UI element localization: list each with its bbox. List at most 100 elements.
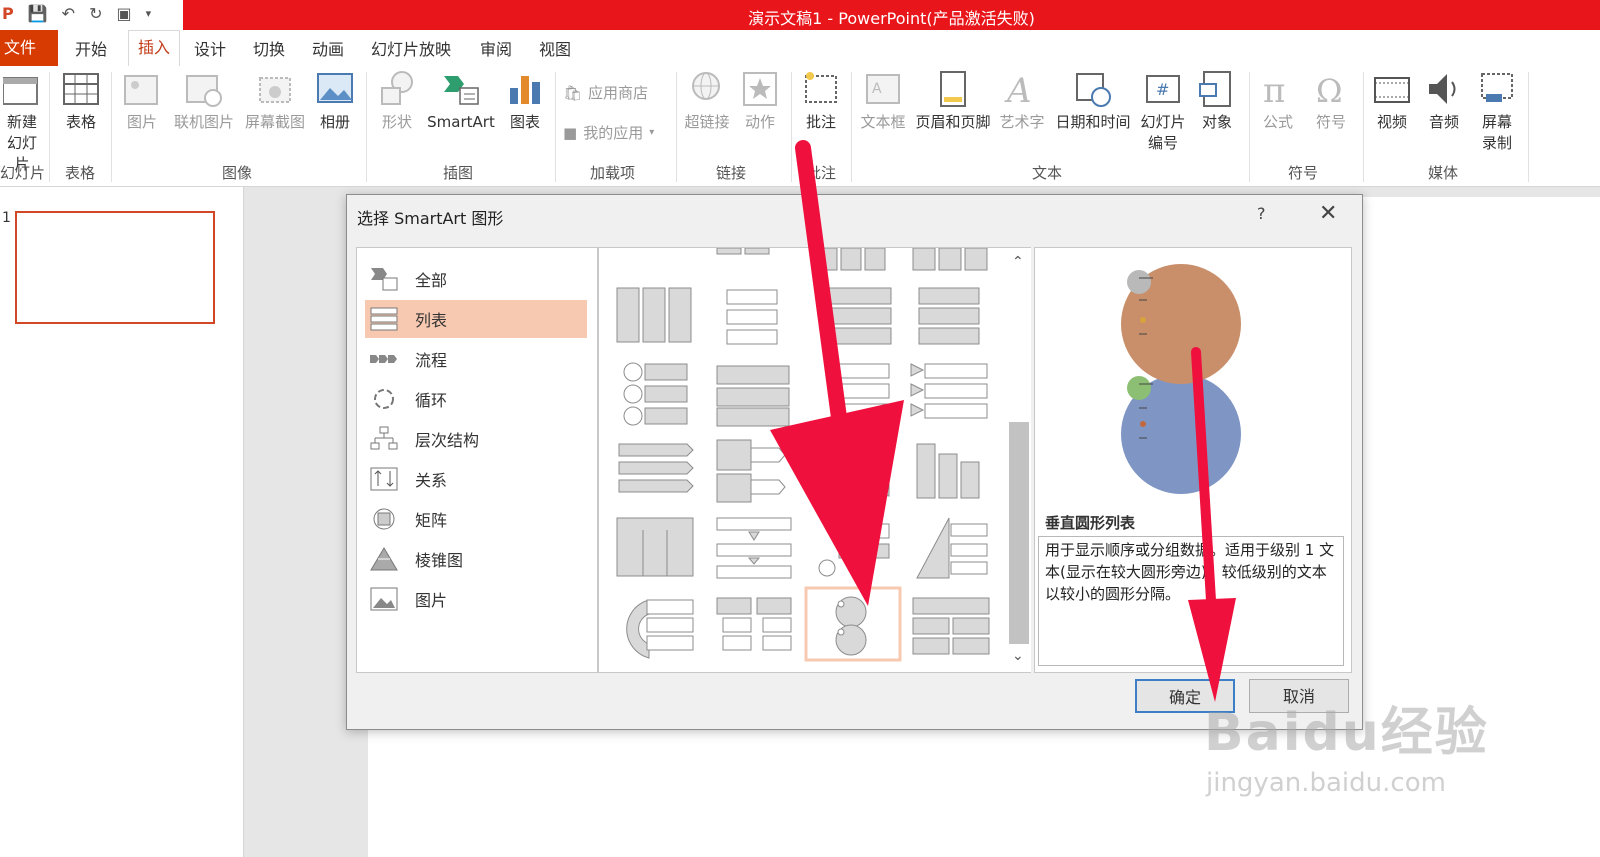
tab-file[interactable]: 文件 <box>0 30 58 66</box>
category-label: 矩阵 <box>415 511 448 530</box>
group-separator <box>1249 72 1250 182</box>
group-illustrations: 插图 <box>443 164 474 182</box>
layout-thumb[interactable] <box>912 597 990 655</box>
comment-icon <box>805 72 837 103</box>
undo-icon[interactable]: ↶ <box>62 4 75 23</box>
gallery-scrollbar[interactable]: ⌃ ⌄ <box>1007 247 1031 673</box>
layout-thumb[interactable] <box>916 517 988 579</box>
screen-record-button[interactable]: 屏幕 录制 <box>1474 70 1520 154</box>
layout-thumb[interactable] <box>626 599 694 659</box>
relationship-icon <box>370 467 398 491</box>
chart-button[interactable]: 图表 <box>504 70 546 133</box>
category-list-item[interactable]: 列表 <box>365 300 587 338</box>
tab-view[interactable]: 视图 <box>539 36 571 60</box>
svg-text:Ω: Ω <box>1316 72 1343 108</box>
tab-home[interactable]: 开始 <box>75 36 107 60</box>
album-button[interactable]: 相册 <box>312 70 358 133</box>
layout-thumb[interactable] <box>716 517 792 579</box>
slide-number-button[interactable]: # 幻灯片 编号 <box>1136 70 1190 154</box>
new-slide-button[interactable]: 新建 幻灯片 <box>0 70 44 175</box>
textbox-button[interactable]: A 文本框 <box>856 70 910 133</box>
category-matrix[interactable]: 矩阵 <box>365 500 587 538</box>
tab-transitions[interactable]: 切换 <box>253 36 285 60</box>
tab-slideshow[interactable]: 幻灯片放映 <box>371 36 451 60</box>
layout-thumb[interactable] <box>918 287 980 345</box>
store-icon: 🛍 <box>563 83 583 102</box>
layout-thumb[interactable] <box>726 289 778 345</box>
svg-text:A: A <box>872 81 882 97</box>
scroll-up-icon[interactable]: ⌃ <box>1012 254 1024 270</box>
video-button[interactable]: 视频 <box>1370 70 1414 133</box>
category-pyramid[interactable]: 棱锥图 <box>365 540 587 578</box>
close-icon[interactable]: ✕ <box>1319 201 1337 226</box>
comment-button[interactable]: 批注 <box>798 70 844 133</box>
layout-thumb[interactable] <box>616 517 694 577</box>
layout-thumb[interactable] <box>818 523 890 577</box>
pi-icon: π <box>1263 71 1285 108</box>
save-icon[interactable]: 💾 <box>28 4 48 23</box>
category-hierarchy[interactable]: 层次结构 <box>365 420 587 458</box>
customize-qat-icon[interactable]: ▾ <box>146 7 152 20</box>
tab-insert[interactable]: 插入 <box>128 30 180 67</box>
present-icon[interactable]: ▣ <box>116 4 131 23</box>
table-button[interactable]: 表格 <box>58 70 104 133</box>
my-apps-button[interactable]: ■ 我的应用 ▾ <box>563 122 654 143</box>
layout-thumb[interactable] <box>822 287 892 345</box>
action-button[interactable]: 动作 <box>738 70 782 133</box>
layout-thumb[interactable] <box>623 362 688 426</box>
online-picture-button[interactable]: 联机图片 <box>168 70 240 133</box>
layout-thumb[interactable] <box>716 365 790 427</box>
symbol-button[interactable]: Ω 符号 <box>1306 70 1356 133</box>
object-button[interactable]: 对象 <box>1192 70 1242 133</box>
tab-animations[interactable]: 动画 <box>312 36 344 60</box>
layout-thumb[interactable] <box>616 287 692 343</box>
chart-icon <box>510 76 540 104</box>
smartart-button[interactable]: SmartArt <box>422 70 500 133</box>
redo-icon[interactable]: ↻ <box>89 4 102 23</box>
tab-design[interactable]: 设计 <box>194 36 226 60</box>
category-label: 循环 <box>415 391 448 410</box>
category-cycle[interactable]: 循环 <box>365 380 587 418</box>
group-comments: 批注 <box>806 164 837 182</box>
screen-record-label-2: 录制 <box>1481 134 1512 152</box>
layout-thumb[interactable] <box>848 445 890 497</box>
layout-thumb[interactable] <box>716 597 792 651</box>
screenshot-button[interactable]: 屏幕截图 <box>240 70 310 133</box>
dialog-title: 选择 SmartArt 图形 <box>357 209 504 228</box>
svg-text:#: # <box>1156 80 1169 99</box>
hyperlink-button[interactable]: 超链接 <box>680 70 734 133</box>
header-footer-button[interactable]: 页眉和页脚 <box>910 70 996 133</box>
category-relationship[interactable]: 关系 <box>365 460 587 498</box>
audio-button[interactable]: 音频 <box>1422 70 1466 133</box>
tab-review[interactable]: 审阅 <box>480 36 512 60</box>
date-time-label: 日期和时间 <box>1055 113 1131 131</box>
slide-thumbnail[interactable] <box>15 211 215 324</box>
camera-icon <box>259 77 291 103</box>
category-label: 棱锥图 <box>415 551 464 570</box>
category-process[interactable]: 流程 <box>365 340 587 378</box>
equation-button[interactable]: π 公式 <box>1256 70 1300 133</box>
dropdown-icon: ▾ <box>649 127 655 138</box>
picture-button[interactable]: 图片 <box>120 70 164 133</box>
layout-thumb[interactable] <box>916 443 980 499</box>
layout-thumb[interactable] <box>618 443 694 493</box>
shapes-icon <box>381 71 413 105</box>
layout-thumb[interactable] <box>910 363 988 419</box>
category-all[interactable]: 全部 <box>365 260 587 298</box>
scroll-down-icon[interactable]: ⌄ <box>1012 648 1024 664</box>
picture-icon <box>124 75 158 105</box>
picture-label: 图片 <box>126 113 157 131</box>
layout-thumb[interactable] <box>836 363 890 419</box>
category-picture[interactable]: 图片 <box>365 580 587 618</box>
category-label: 图片 <box>415 591 448 610</box>
shapes-button[interactable]: 形状 <box>374 70 420 133</box>
layout-gallery[interactable] <box>598 247 1010 673</box>
help-button[interactable]: ? <box>1257 204 1266 223</box>
all-icon <box>371 268 398 291</box>
scrollbar-thumb[interactable] <box>1009 422 1029 644</box>
layout-thumb[interactable] <box>716 439 786 503</box>
wordart-button[interactable]: A 艺术字 <box>996 70 1048 133</box>
film-icon <box>1374 77 1410 103</box>
date-time-button[interactable]: 日期和时间 <box>1050 70 1136 133</box>
app-store-button[interactable]: 🛍 应用商店 <box>563 82 648 103</box>
